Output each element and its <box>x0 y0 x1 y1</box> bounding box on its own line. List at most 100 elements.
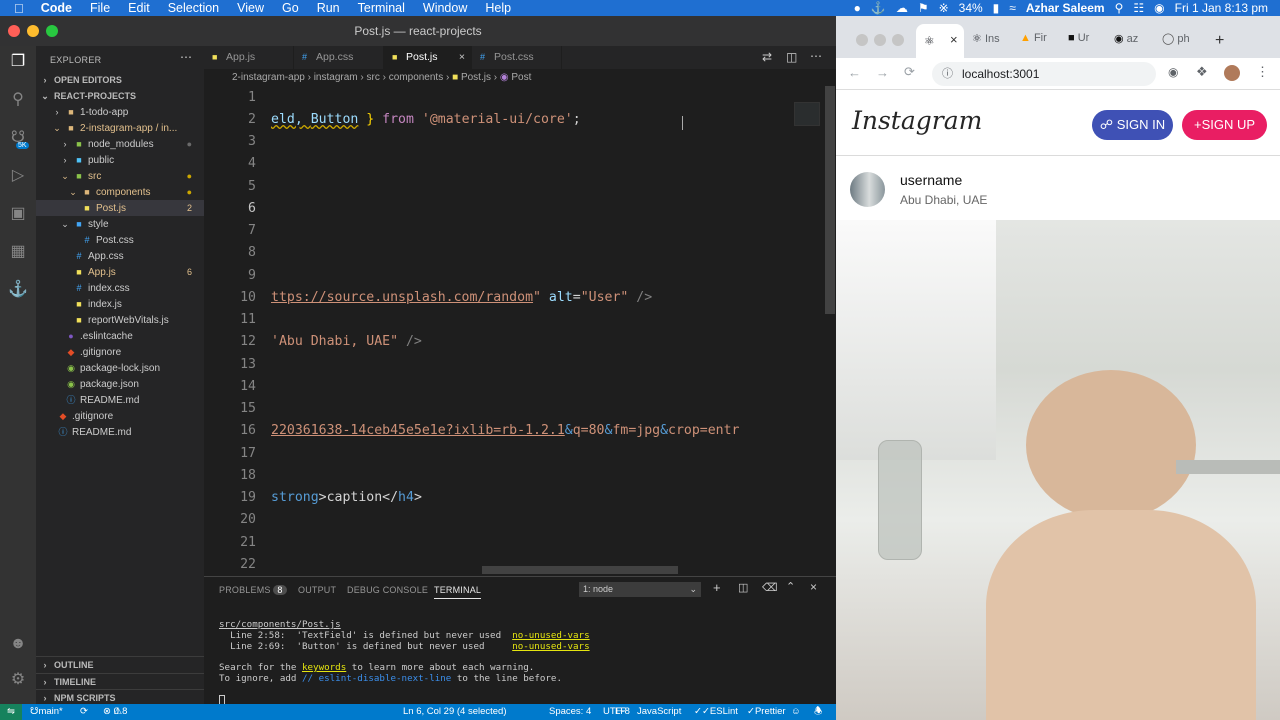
breadcrumb-item[interactable]: src <box>367 72 380 83</box>
breadcrumb-item[interactable]: Post.js <box>461 72 491 83</box>
zoom-window-button[interactable] <box>892 34 904 46</box>
close-tab-icon[interactable]: × <box>950 32 958 47</box>
git-branch[interactable]: ☋ main* <box>30 704 63 720</box>
menu-help[interactable]: Help <box>476 1 520 15</box>
search-icon[interactable]: ⚲ <box>1115 1 1124 15</box>
kebab-menu-icon[interactable]: ⋮ <box>1256 64 1269 80</box>
close-tab-icon[interactable]: × <box>459 46 465 69</box>
eol-label[interactable]: LF <box>615 704 626 720</box>
cursor-position[interactable]: Ln 6, Col 29 (4 selected) <box>403 704 507 720</box>
zoom-window-button[interactable] <box>46 25 58 37</box>
close-panel-icon[interactable]: × <box>810 580 817 594</box>
remote-explorer-icon[interactable]: ▣ <box>8 204 28 224</box>
tree-item[interactable]: ⌄ ■ style <box>36 216 204 232</box>
remote-icon[interactable]: ⇋ <box>0 704 22 720</box>
chevron-up-icon[interactable]: ⌃ <box>786 580 795 593</box>
project-section[interactable]: ⌄ REACT-PROJECTS <box>36 88 204 104</box>
tree-item[interactable]: # Post.css <box>36 232 204 248</box>
indentation[interactable]: Spaces: 4 <box>549 704 591 720</box>
tree-item[interactable]: › ■ 1-todo-app <box>36 104 204 120</box>
chrome-tab[interactable]: ▲ Fir <box>1020 32 1047 52</box>
tab-post-js[interactable]: ■ Post.js × <box>384 46 472 69</box>
menu-terminal[interactable]: Terminal <box>349 1 414 15</box>
menu-app[interactable]: Code <box>32 1 81 15</box>
tree-item[interactable]: ⓘ README.md <box>36 392 204 408</box>
forward-icon[interactable]: → <box>876 65 889 80</box>
datetime[interactable]: Fri 1 Jan 8:13 pm <box>1175 1 1268 15</box>
tab-debug-console[interactable]: DEBUG CONSOLE <box>347 585 428 595</box>
problems-status[interactable]: ⊗ 0 ⚠ 8 <box>103 704 127 720</box>
timeline-section[interactable]: › TIMELINE <box>36 673 204 689</box>
bluetooth-icon[interactable]: ※ <box>939 1 949 15</box>
sign-up-button[interactable]: +SIGN UP <box>1182 110 1267 140</box>
compare-icon[interactable]: ⇄ <box>762 50 772 64</box>
menu-go[interactable]: Go <box>273 1 308 15</box>
minimap[interactable] <box>794 102 820 126</box>
tab-app-js[interactable]: ■ App.js <box>204 46 294 69</box>
menu-edit[interactable]: Edit <box>119 1 159 15</box>
horizontal-scrollbar[interactable] <box>482 566 678 574</box>
user-name[interactable]: Azhar Saleem <box>1026 1 1105 15</box>
control-center-icon[interactable]: ☷ <box>1133 1 1144 15</box>
cloud-icon[interactable]: ☁ <box>896 1 908 15</box>
apple-icon[interactable]:  <box>0 1 32 16</box>
menu-selection[interactable]: Selection <box>159 1 228 15</box>
code-editor[interactable]: 1 2 3 4 5 6 7 8 9 10 11 12 13 14 15 16 1… <box>204 86 836 576</box>
breadcrumb-item[interactable]: instagram <box>314 72 358 83</box>
menu-run[interactable]: Run <box>308 1 349 15</box>
flag-icon[interactable]: ⚑ <box>918 1 929 15</box>
new-tab-icon[interactable]: + <box>1215 32 1224 50</box>
tree-item[interactable]: ⓘ README.md <box>36 424 204 440</box>
vertical-scrollbar[interactable] <box>825 86 835 314</box>
more-actions-icon[interactable]: ⋯ <box>180 50 192 64</box>
tree-item[interactable]: › ■ public <box>36 152 204 168</box>
back-icon[interactable]: ← <box>848 65 861 80</box>
tree-item[interactable]: ■ App.js 6 <box>36 264 204 280</box>
tab-problems[interactable]: PROBLEMS 8 <box>219 585 287 595</box>
run-debug-icon[interactable]: ▷ <box>8 166 28 186</box>
terminal-select[interactable]: 1: node ⌄ <box>579 582 701 597</box>
tree-item[interactable]: # App.css <box>36 248 204 264</box>
extensions-icon[interactable]: ▦ <box>8 242 28 262</box>
tab-app-css[interactable]: # App.css <box>294 46 384 69</box>
reload-icon[interactable]: ⟳ <box>904 64 915 80</box>
chrome-tab[interactable]: ⚛ Ins <box>972 32 1000 52</box>
extensions-icon[interactable]: ❖ <box>1196 64 1208 80</box>
tab-terminal[interactable]: TERMINAL <box>434 585 482 599</box>
breadcrumb-item[interactable]: 2-instagram-app <box>232 72 305 83</box>
docker-icon[interactable]: ⚓ <box>871 1 886 15</box>
outline-section[interactable]: › OUTLINE <box>36 656 204 672</box>
feedback-icon[interactable]: ☺ <box>791 704 801 720</box>
tree-item[interactable]: ⌄ ■ components ● <box>36 184 204 200</box>
menu-view[interactable]: View <box>228 1 273 15</box>
eslint-status[interactable]: ✓✓ ESLint <box>694 704 738 720</box>
split-terminal-icon[interactable]: ◫ <box>738 581 748 594</box>
tree-item[interactable]: ⌄ ■ 2-instagram-app / in... <box>36 120 204 136</box>
minimize-window-button[interactable] <box>27 25 39 37</box>
tree-item[interactable]: ◆ .gitignore <box>36 344 204 360</box>
chrome-tab[interactable]: ◯ ph <box>1162 32 1190 52</box>
breadcrumb-item[interactable]: components <box>389 72 443 83</box>
close-window-button[interactable] <box>856 34 868 46</box>
camera-icon[interactable]: ◉ <box>1168 65 1178 79</box>
search-icon[interactable]: ⚲ <box>8 90 28 110</box>
tree-item[interactable]: › ■ node_modules ● <box>36 136 204 152</box>
settings-gear-icon[interactable]: ⚙ <box>8 670 28 690</box>
siri-icon[interactable]: ◉ <box>1154 1 1164 15</box>
menu-window[interactable]: Window <box>414 1 476 15</box>
minimize-window-button[interactable] <box>874 34 886 46</box>
breadcrumb-item[interactable]: Post <box>511 72 531 83</box>
tab-output[interactable]: OUTPUT <box>298 585 336 595</box>
profile-avatar[interactable] <box>1224 65 1240 81</box>
post-username[interactable]: username <box>900 172 962 188</box>
open-editors-section[interactable]: › OPEN EDITORS <box>36 72 204 88</box>
battery-icon[interactable]: ▮ <box>993 1 1000 15</box>
tree-item[interactable]: ◆ .gitignore <box>36 408 204 424</box>
tree-item[interactable]: ■ reportWebVitals.js <box>36 312 204 328</box>
sync-icon[interactable]: ⟳ <box>80 704 88 720</box>
tree-item[interactable]: ◉ package.json <box>36 376 204 392</box>
tree-item[interactable]: ◉ package-lock.json <box>36 360 204 376</box>
files-icon[interactable]: ❐ <box>8 52 28 72</box>
tree-item[interactable]: ● .eslintcache <box>36 328 204 344</box>
chrome-tab[interactable]: ◉ az <box>1114 32 1138 52</box>
